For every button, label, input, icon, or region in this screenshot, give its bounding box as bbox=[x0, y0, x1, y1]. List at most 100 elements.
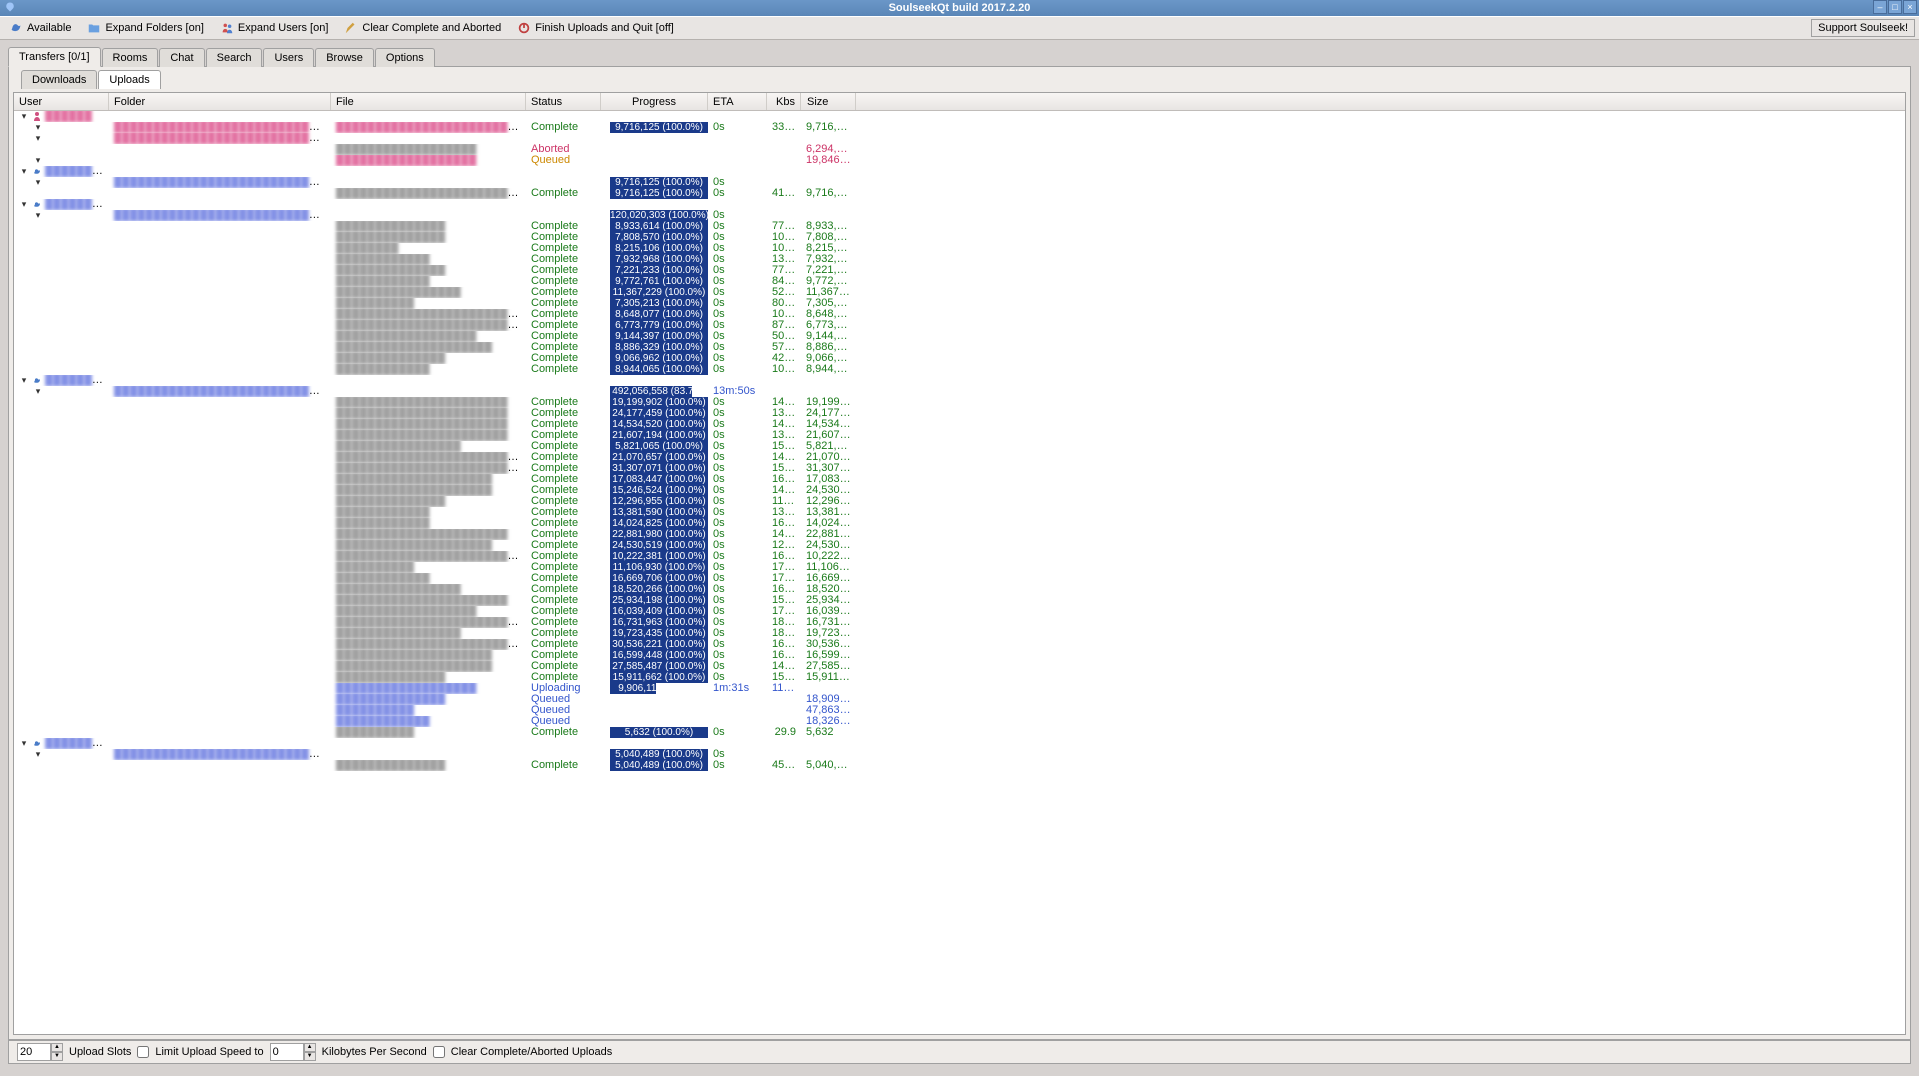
spin-down-icon[interactable]: ▼ bbox=[304, 1052, 316, 1061]
table-row[interactable]: ████████████Complete14,024,825 (100.0%)0… bbox=[14, 518, 1905, 529]
table-row[interactable]: ██████████████Complete8,933,614 (100.0%)… bbox=[14, 221, 1905, 232]
expand-icon[interactable]: ▾ bbox=[19, 738, 29, 749]
table-row[interactable]: ████████████████████████Complete9,716,12… bbox=[14, 188, 1905, 199]
tab-search[interactable]: Search bbox=[206, 48, 263, 67]
table-row[interactable]: ▾██████████████████████████████████████5… bbox=[14, 749, 1905, 760]
table-row[interactable]: ▾██████████████████████████████████████1… bbox=[14, 210, 1905, 221]
table-row[interactable]: ████████████████Complete11,367,229 (100.… bbox=[14, 287, 1905, 298]
close-icon[interactable]: × bbox=[1903, 0, 1917, 14]
col-kbs[interactable]: Kbs bbox=[767, 93, 801, 110]
tab-options[interactable]: Options bbox=[375, 48, 435, 67]
col-user[interactable]: User bbox=[14, 93, 109, 110]
table-row[interactable]: ██████████████Complete7,221,233 (100.0%)… bbox=[14, 265, 1905, 276]
table-row[interactable]: ████████████████████Complete16,599,448 (… bbox=[14, 650, 1905, 661]
expand-icon[interactable]: ▾ bbox=[33, 386, 43, 397]
table-row[interactable]: ██████████████Queued18,909,499 bbox=[14, 694, 1905, 705]
table-row[interactable]: ██████████████████████████████████Comple… bbox=[14, 452, 1905, 463]
expand-folders-button[interactable]: Expand Folders [on] bbox=[82, 18, 208, 38]
expand-icon[interactable]: ▾ bbox=[33, 155, 43, 166]
table-row[interactable]: ██████████Complete5,632 (100.0%)0s29.95,… bbox=[14, 727, 1905, 738]
upload-slots-spinbox[interactable]: ▲▼ bbox=[17, 1043, 63, 1061]
expand-icon[interactable]: ▾ bbox=[33, 122, 43, 133]
table-row[interactable]: ████████Complete8,215,106 (100.0%)0s1021… bbox=[14, 243, 1905, 254]
table-row[interactable]: ██████████Complete11,106,930 (100.0%)0s1… bbox=[14, 562, 1905, 573]
table-row[interactable]: ██████████Queued47,863,259 bbox=[14, 705, 1905, 716]
expand-icon[interactable]: ▾ bbox=[33, 133, 43, 144]
table-row[interactable]: ██████████████Complete15,911,662 (100.0%… bbox=[14, 672, 1905, 683]
table-row[interactable]: ████████████████████████████████████████… bbox=[14, 617, 1905, 628]
expand-users-button[interactable]: Expand Users [on] bbox=[215, 18, 334, 38]
table-row[interactable]: ▾ ██████████ bbox=[14, 738, 1905, 749]
limit-speed-spinbox[interactable]: ▲▼ bbox=[270, 1043, 316, 1061]
table-row[interactable]: ██████████████████████Complete14,534,520… bbox=[14, 419, 1905, 430]
table-row[interactable]: ████████████████████████████████Complete… bbox=[14, 320, 1905, 331]
table-row[interactable]: ██████████████████████Complete24,177,459… bbox=[14, 408, 1905, 419]
table-row[interactable]: ██████████████████████Complete25,934,198… bbox=[14, 595, 1905, 606]
table-row[interactable]: ████████████████████Complete17,083,447 (… bbox=[14, 474, 1905, 485]
spin-down-icon[interactable]: ▼ bbox=[51, 1052, 63, 1061]
table-row[interactable]: ████████████████Complete19,723,435 (100.… bbox=[14, 628, 1905, 639]
expand-icon[interactable]: ▾ bbox=[33, 210, 43, 221]
table-row[interactable]: ████████████████████Complete15,246,524 (… bbox=[14, 485, 1905, 496]
tab-rooms[interactable]: Rooms bbox=[102, 48, 159, 67]
table-row[interactable]: ██████████████████████Complete21,607,194… bbox=[14, 430, 1905, 441]
col-status[interactable]: Status bbox=[526, 93, 601, 110]
table-row[interactable]: ██████████████████Complete9,144,397 (100… bbox=[14, 331, 1905, 342]
uploads-table[interactable]: User Folder File Status Progress ETA Kbs… bbox=[13, 92, 1906, 1035]
maximize-icon[interactable]: □ bbox=[1888, 0, 1902, 14]
table-row[interactable]: ▾████████████████████████████ bbox=[14, 133, 1905, 144]
table-row[interactable]: ████████████████████Complete24,530,519 (… bbox=[14, 540, 1905, 551]
spin-up-icon[interactable]: ▲ bbox=[51, 1043, 63, 1052]
col-progress[interactable]: Progress bbox=[601, 93, 708, 110]
table-row[interactable]: ██████████████Complete12,296,955 (100.0%… bbox=[14, 496, 1905, 507]
tab-users[interactable]: Users bbox=[263, 48, 314, 67]
tab-transfers[interactable]: Transfers [0/1] bbox=[8, 47, 101, 67]
table-row[interactable]: ████████████Complete7,932,968 (100.0%)0s… bbox=[14, 254, 1905, 265]
minimize-icon[interactable]: – bbox=[1873, 0, 1887, 14]
table-row[interactable]: ████████████████████Complete27,585,487 (… bbox=[14, 661, 1905, 672]
limit-speed-checkbox[interactable] bbox=[137, 1046, 149, 1058]
table-row[interactable]: ████████████████Complete5,821,065 (100.0… bbox=[14, 441, 1905, 452]
table-row[interactable]: ██████████████████████████████████████Co… bbox=[14, 639, 1905, 650]
status-available-button[interactable]: Available bbox=[4, 18, 76, 38]
table-row[interactable]: ▾ ████████ bbox=[14, 199, 1905, 210]
col-folder[interactable]: Folder bbox=[109, 93, 331, 110]
support-button[interactable]: Support Soulseek! bbox=[1811, 19, 1915, 37]
limit-speed-input[interactable] bbox=[270, 1043, 304, 1061]
finish-quit-button[interactable]: Finish Uploads and Quit [off] bbox=[512, 18, 679, 38]
expand-icon[interactable]: ▾ bbox=[19, 199, 29, 210]
table-row[interactable]: ████████████████████████████████Complete… bbox=[14, 309, 1905, 320]
table-row[interactable]: ██████████████████Aborted6,294,342 bbox=[14, 144, 1905, 155]
table-row[interactable]: ██████████████Complete7,808,570 (100.0%)… bbox=[14, 232, 1905, 243]
table-row[interactable]: ██████████████Complete9,066,962 (100.0%)… bbox=[14, 353, 1905, 364]
table-row[interactable]: ██████████████████Uploading9,906,112 (46… bbox=[14, 683, 1905, 694]
clear-complete-button[interactable]: Clear Complete and Aborted bbox=[339, 18, 506, 38]
table-row[interactable]: ████████████Complete8,944,065 (100.0%)0s… bbox=[14, 364, 1905, 375]
table-row[interactable]: ████████████Complete9,772,761 (100.0%)0s… bbox=[14, 276, 1905, 287]
table-row[interactable]: ████████████████████████████████████Comp… bbox=[14, 551, 1905, 562]
table-row[interactable]: ▾ ████████ bbox=[14, 375, 1905, 386]
col-size[interactable]: Size bbox=[801, 93, 856, 110]
table-row[interactable]: ▾██████████████████Queued19,846,393 bbox=[14, 155, 1905, 166]
expand-icon[interactable]: ▾ bbox=[19, 166, 29, 177]
table-row[interactable]: ▾███████████████████████████████████████… bbox=[14, 386, 1905, 397]
expand-icon[interactable]: ▾ bbox=[33, 749, 43, 760]
table-row[interactable]: ██████████████████████Complete19,199,902… bbox=[14, 397, 1905, 408]
table-row[interactable]: ████████████Complete16,669,706 (100.0%)0… bbox=[14, 573, 1905, 584]
titlebar[interactable]: SoulseekQt build 2017.2.20 – □ × bbox=[0, 0, 1919, 16]
spin-up-icon[interactable]: ▲ bbox=[304, 1043, 316, 1052]
table-row[interactable]: ▾ ████████ bbox=[14, 166, 1905, 177]
table-row[interactable]: ██████████████Complete5,040,489 (100.0%)… bbox=[14, 760, 1905, 771]
tab-browse[interactable]: Browse bbox=[315, 48, 374, 67]
table-row[interactable]: ██████████████████████Complete22,881,980… bbox=[14, 529, 1905, 540]
subtab-uploads[interactable]: Uploads bbox=[98, 70, 160, 89]
table-row[interactable]: ████████████Queued18,326,075 bbox=[14, 716, 1905, 727]
table-row[interactable]: ████████████Complete13,381,590 (100.0%)0… bbox=[14, 507, 1905, 518]
expand-icon[interactable]: ▾ bbox=[19, 111, 29, 122]
col-eta[interactable]: ETA bbox=[708, 93, 767, 110]
clear-uploads-checkbox[interactable] bbox=[433, 1046, 445, 1058]
subtab-downloads[interactable]: Downloads bbox=[21, 70, 97, 89]
table-row[interactable]: ▾████████████████████████████████9,716,1… bbox=[14, 177, 1905, 188]
table-row[interactable]: ██████████Complete7,305,213 (100.0%)0s80… bbox=[14, 298, 1905, 309]
expand-icon[interactable]: ▾ bbox=[19, 375, 29, 386]
